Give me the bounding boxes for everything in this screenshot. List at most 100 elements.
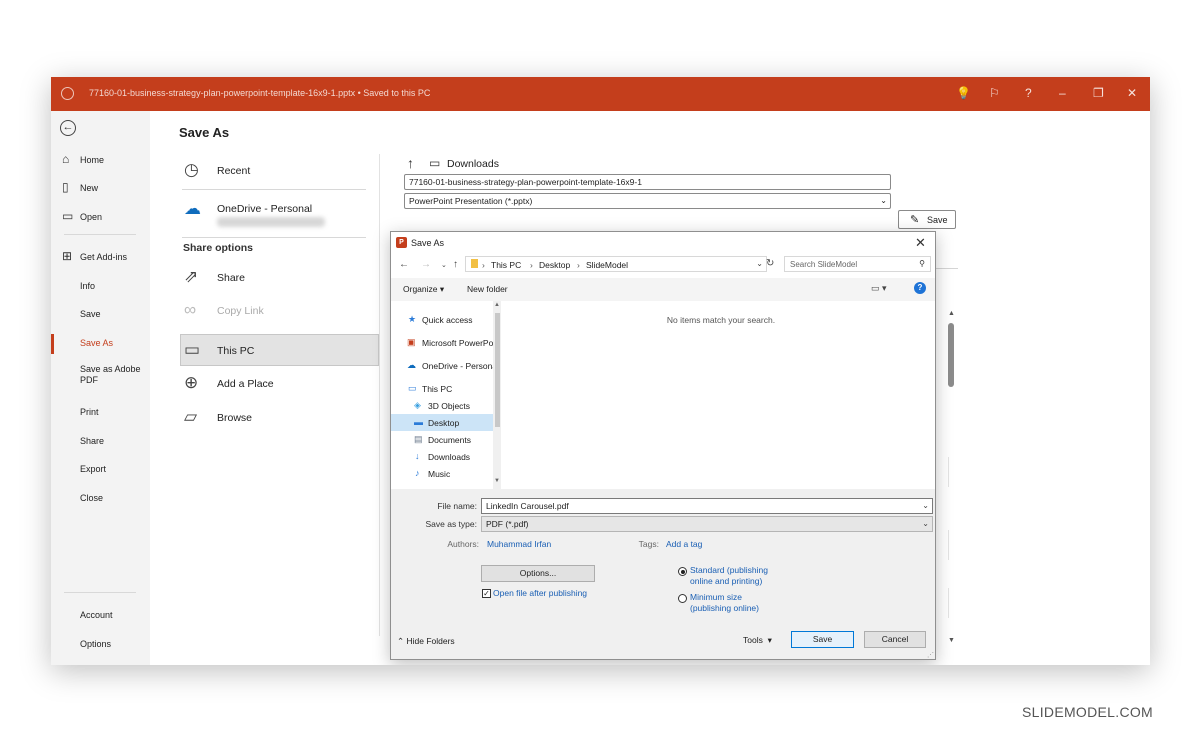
search-input[interactable]: Search SlideModel ⚲ — [784, 256, 931, 272]
tree-item-onedrive[interactable]: ☁ OneDrive - Personal — [391, 357, 493, 374]
radio-selected-dot — [680, 569, 685, 574]
location-this-pc[interactable]: ▭ This PC — [180, 334, 379, 366]
dialog-bottom-panel: File name: LinkedIn Carousel.pdf ⌄ Save … — [391, 489, 935, 659]
breadcrumb-slidemodel[interactable]: SlideModel — [586, 260, 628, 270]
nav-close[interactable]: Close — [51, 485, 150, 511]
save-button[interactable]: Save — [791, 631, 854, 648]
help-icon[interactable]: ? — [1025, 86, 1032, 100]
onedrive-icon: ☁ — [184, 199, 201, 218]
up-arrow-icon[interactable]: ↑ — [453, 259, 458, 270]
file-list[interactable]: No items match your search. — [501, 301, 935, 489]
nav-save-label: Save — [80, 309, 101, 319]
current-path[interactable]: Downloads — [447, 158, 499, 170]
backstage-format-select[interactable]: PowerPoint Presentation (*.pptx) ⌄ — [404, 193, 891, 209]
organize-button[interactable]: Organize ▾ — [403, 284, 444, 295]
tree-item-3d-objects[interactable]: ◈ 3D Objects — [391, 397, 493, 414]
nav-export[interactable]: Export — [51, 456, 150, 482]
open-after-publishing-label[interactable]: Open file after publishing — [493, 588, 587, 598]
breadcrumb-desktop[interactable]: Desktop — [539, 260, 570, 270]
options-button[interactable]: Options... — [481, 565, 595, 582]
chevron-down-icon[interactable]: ⌄ — [756, 259, 763, 268]
tree-scrollbar[interactable]: ▲ ▼ — [493, 301, 501, 489]
nav-divider — [64, 234, 136, 235]
nav-divider — [64, 592, 136, 593]
tree-item-quick-access[interactable]: ★ Quick access — [391, 311, 493, 328]
back-arrow-icon[interactable]: ← — [60, 120, 76, 136]
scrollbar-thumb[interactable] — [495, 313, 500, 427]
backstage-format-value: PowerPoint Presentation (*.pptx) — [409, 196, 533, 206]
chevron-down-icon[interactable]: ⌄ — [922, 501, 929, 510]
location-onedrive-label: OneDrive - Personal — [217, 203, 313, 215]
tree-item-downloads[interactable]: ↓ Downloads — [391, 448, 493, 465]
location-recent[interactable]: ◷ Recent — [181, 155, 379, 187]
close-icon[interactable]: ✕ — [1127, 86, 1137, 100]
backstage-save-button[interactable]: ✎ Save — [898, 210, 956, 229]
hide-folders-label: Hide Folders — [406, 636, 455, 646]
breadcrumb-this-pc[interactable]: This PC — [491, 260, 521, 270]
tree-item-desktop[interactable]: ▬ Desktop — [391, 414, 493, 431]
cancel-button[interactable]: Cancel — [864, 631, 926, 648]
nav-new[interactable]: ▯ New — [51, 175, 150, 201]
nav-get-addins[interactable]: ⊞ Get Add-ins — [51, 244, 150, 270]
resize-grip-icon[interactable]: ⋰ — [927, 651, 934, 659]
location-share[interactable]: ⇗ Share — [181, 262, 379, 294]
location-browse[interactable]: ▱ Browse — [181, 402, 379, 434]
standard-radio-label[interactable]: Standard (publishing online and printing… — [690, 565, 780, 587]
location-copy-link-label: Copy Link — [217, 305, 264, 317]
powerpoint-icon: ▣ — [407, 337, 416, 347]
nav-share[interactable]: Share — [51, 428, 150, 454]
tree-item-documents[interactable]: ▤ Documents — [391, 431, 493, 448]
nav-save-as-adobe-pdf[interactable]: Save as Adobe PDF — [51, 358, 150, 390]
backstage-filename-input[interactable]: 77160-01-business-strategy-plan-powerpoi… — [404, 174, 891, 190]
comments-icon[interactable]: ⚐ — [989, 86, 1000, 100]
scroll-up-icon[interactable]: ▲ — [948, 310, 955, 317]
tags-value[interactable]: Add a tag — [666, 539, 702, 549]
back-arrow-icon[interactable]: ← — [399, 259, 409, 270]
save-as-type-select[interactable]: PDF (*.pdf) ⌄ — [481, 516, 933, 532]
minimum-size-radio[interactable] — [678, 594, 687, 603]
location-this-pc-label: This PC — [217, 345, 255, 357]
address-bar[interactable]: › This PC › Desktop › SlideModel ⌄ — [465, 256, 767, 272]
forward-arrow-icon[interactable]: → — [421, 259, 431, 270]
close-icon[interactable]: ✕ — [915, 235, 926, 251]
scroll-up-icon[interactable]: ▲ — [494, 302, 500, 308]
nav-open[interactable]: ▭ Open — [51, 204, 150, 230]
refresh-icon[interactable]: ↻ — [766, 258, 774, 269]
nav-info[interactable]: Info — [51, 273, 150, 299]
backstage-save-label: Save — [927, 215, 948, 225]
new-folder-button[interactable]: New folder — [467, 284, 508, 294]
nav-save[interactable]: Save — [51, 301, 150, 327]
minimize-icon[interactable]: – — [1059, 86, 1066, 100]
tree-item-music[interactable]: ♪ Music — [391, 465, 493, 482]
folder-open-icon: ▭ — [62, 209, 74, 223]
tree-item-microsoft-powerpoint[interactable]: ▣ Microsoft PowerPoint — [391, 334, 493, 351]
standard-radio[interactable] — [678, 567, 687, 576]
tree-item-this-pc[interactable]: ▭ This PC — [391, 380, 493, 397]
nav-options[interactable]: Options — [51, 631, 150, 657]
location-add-a-place[interactable]: ⊕ Add a Place — [181, 368, 379, 400]
open-after-publishing-checkbox[interactable]: ✓ — [482, 589, 491, 598]
nav-account-label: Account — [80, 610, 113, 620]
view-options-icon[interactable]: ▭ ▾ — [871, 283, 887, 294]
scroll-down-icon[interactable]: ▼ — [948, 637, 955, 644]
help-icon[interactable]: ? — [914, 282, 926, 294]
nav-account[interactable]: Account — [51, 602, 150, 628]
downloads-icon: ↓ — [415, 451, 420, 461]
chevron-down-icon[interactable]: ⌄ — [441, 261, 447, 269]
restore-icon[interactable]: ❐ — [1093, 86, 1104, 100]
nav-print[interactable]: Print — [51, 399, 150, 425]
minimum-size-radio-label[interactable]: Minimum size (publishing online) — [690, 592, 780, 614]
hide-folders-button[interactable]: ⌃ Hide Folders — [397, 636, 455, 647]
folder-tree: ★ Quick access ▣ Microsoft PowerPoint ☁ … — [391, 301, 501, 489]
scrollbar-thumb[interactable] — [948, 323, 954, 387]
lightbulb-icon[interactable]: 💡 — [956, 86, 971, 100]
nav-save-as[interactable]: Save As — [51, 330, 150, 356]
onedrive-icon: ☁ — [407, 360, 416, 370]
scroll-down-icon[interactable]: ▼ — [494, 478, 500, 484]
up-arrow-icon[interactable]: ↑ — [407, 155, 414, 171]
authors-value[interactable]: Muhammad Irfan — [487, 539, 551, 549]
file-name-input[interactable]: LinkedIn Carousel.pdf ⌄ — [481, 498, 933, 514]
save-icon: ✎ — [910, 214, 920, 226]
nav-home[interactable]: ⌂ Home — [51, 147, 150, 173]
tools-button[interactable]: Tools ▾ — [743, 635, 772, 646]
